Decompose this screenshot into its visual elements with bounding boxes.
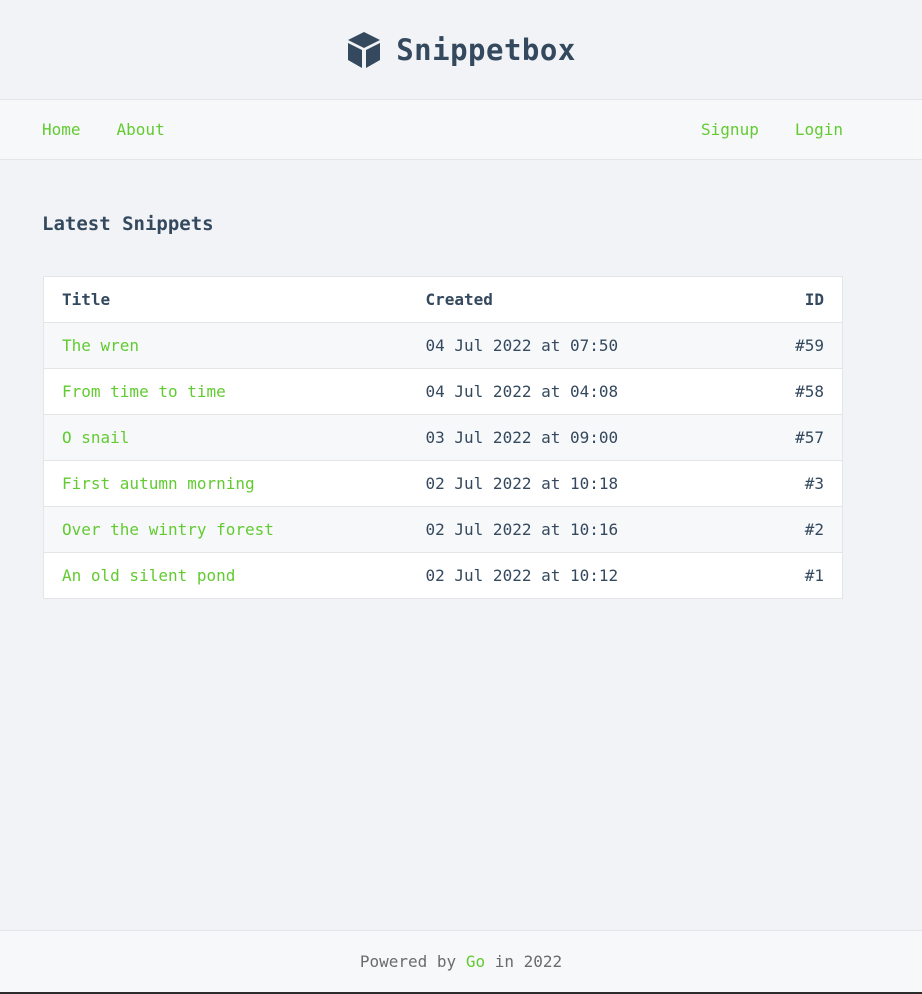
snippet-id-cell: #3 [707,460,843,507]
footer-go-link[interactable]: Go [466,952,485,971]
snippet-title-link[interactable]: The wren [62,336,139,355]
snippet-created-cell: 03 Jul 2022 at 09:00 [407,414,708,461]
snippet-created-cell: 02 Jul 2022 at 10:18 [407,460,708,507]
footer-suffix: in 2022 [494,952,563,971]
snippet-id-cell: #57 [707,414,843,461]
nav-left: Home About [42,120,165,139]
site-footer: Powered by Go in 2022 [0,930,922,992]
snippet-title-cell: From time to time [43,368,408,415]
snippet-title-link[interactable]: From time to time [62,382,226,401]
table-row: Over the wintry forest 02 Jul 2022 at 10… [43,506,843,553]
snippet-title-link[interactable]: First autumn morning [62,474,255,493]
table-row: O snail 03 Jul 2022 at 09:00 #57 [43,414,843,461]
main-content: Latest Snippets Title Created ID The wre… [0,160,922,599]
nav-home-link[interactable]: Home [42,120,81,139]
table-row: The wren 04 Jul 2022 at 07:50 #59 [43,322,843,369]
snippet-id-cell: #1 [707,552,843,599]
snippet-created-cell: 04 Jul 2022 at 07:50 [407,322,708,369]
snippet-title-cell: Over the wintry forest [43,506,408,553]
snippet-title-cell: An old silent pond [43,552,408,599]
nav-login-link[interactable]: Login [795,120,843,139]
snippet-created-cell: 02 Jul 2022 at 10:16 [407,506,708,553]
table-header-row: Title Created ID [43,276,843,323]
brand-link[interactable]: Snippetbox [346,31,576,69]
snippets-table: Title Created ID The wren 04 Jul 2022 at… [43,276,843,599]
cube-icon [346,31,382,69]
main-nav: Home About Signup Login [0,100,922,160]
snippet-title-cell: The wren [43,322,408,369]
snippet-title-cell: O snail [43,414,408,461]
footer-prefix: Powered by [359,952,457,971]
snippet-title-cell: First autumn morning [43,460,408,507]
snippet-id-cell: #2 [707,506,843,553]
column-header-id: ID [707,276,843,323]
snippet-id-cell: #59 [707,322,843,369]
nav-signup-link[interactable]: Signup [701,120,759,139]
site-header: Snippetbox [0,0,922,100]
table-row: An old silent pond 02 Jul 2022 at 10:12 … [43,552,843,599]
table-row: First autumn morning 02 Jul 2022 at 10:1… [43,460,843,507]
page-title: Latest Snippets [42,213,214,235]
snippet-title-link[interactable]: Over the wintry forest [62,520,274,539]
table-row: From time to time 04 Jul 2022 at 04:08 #… [43,368,843,415]
brand-title: Snippetbox [396,32,576,67]
snippet-title-link[interactable]: An old silent pond [62,566,235,585]
column-header-title: Title [43,276,408,323]
snippet-created-cell: 04 Jul 2022 at 04:08 [407,368,708,415]
nav-about-link[interactable]: About [117,120,165,139]
snippet-created-cell: 02 Jul 2022 at 10:12 [407,552,708,599]
snippet-id-cell: #58 [707,368,843,415]
snippet-title-link[interactable]: O snail [62,428,129,447]
column-header-created: Created [407,276,708,323]
nav-right: Signup Login [701,120,843,139]
